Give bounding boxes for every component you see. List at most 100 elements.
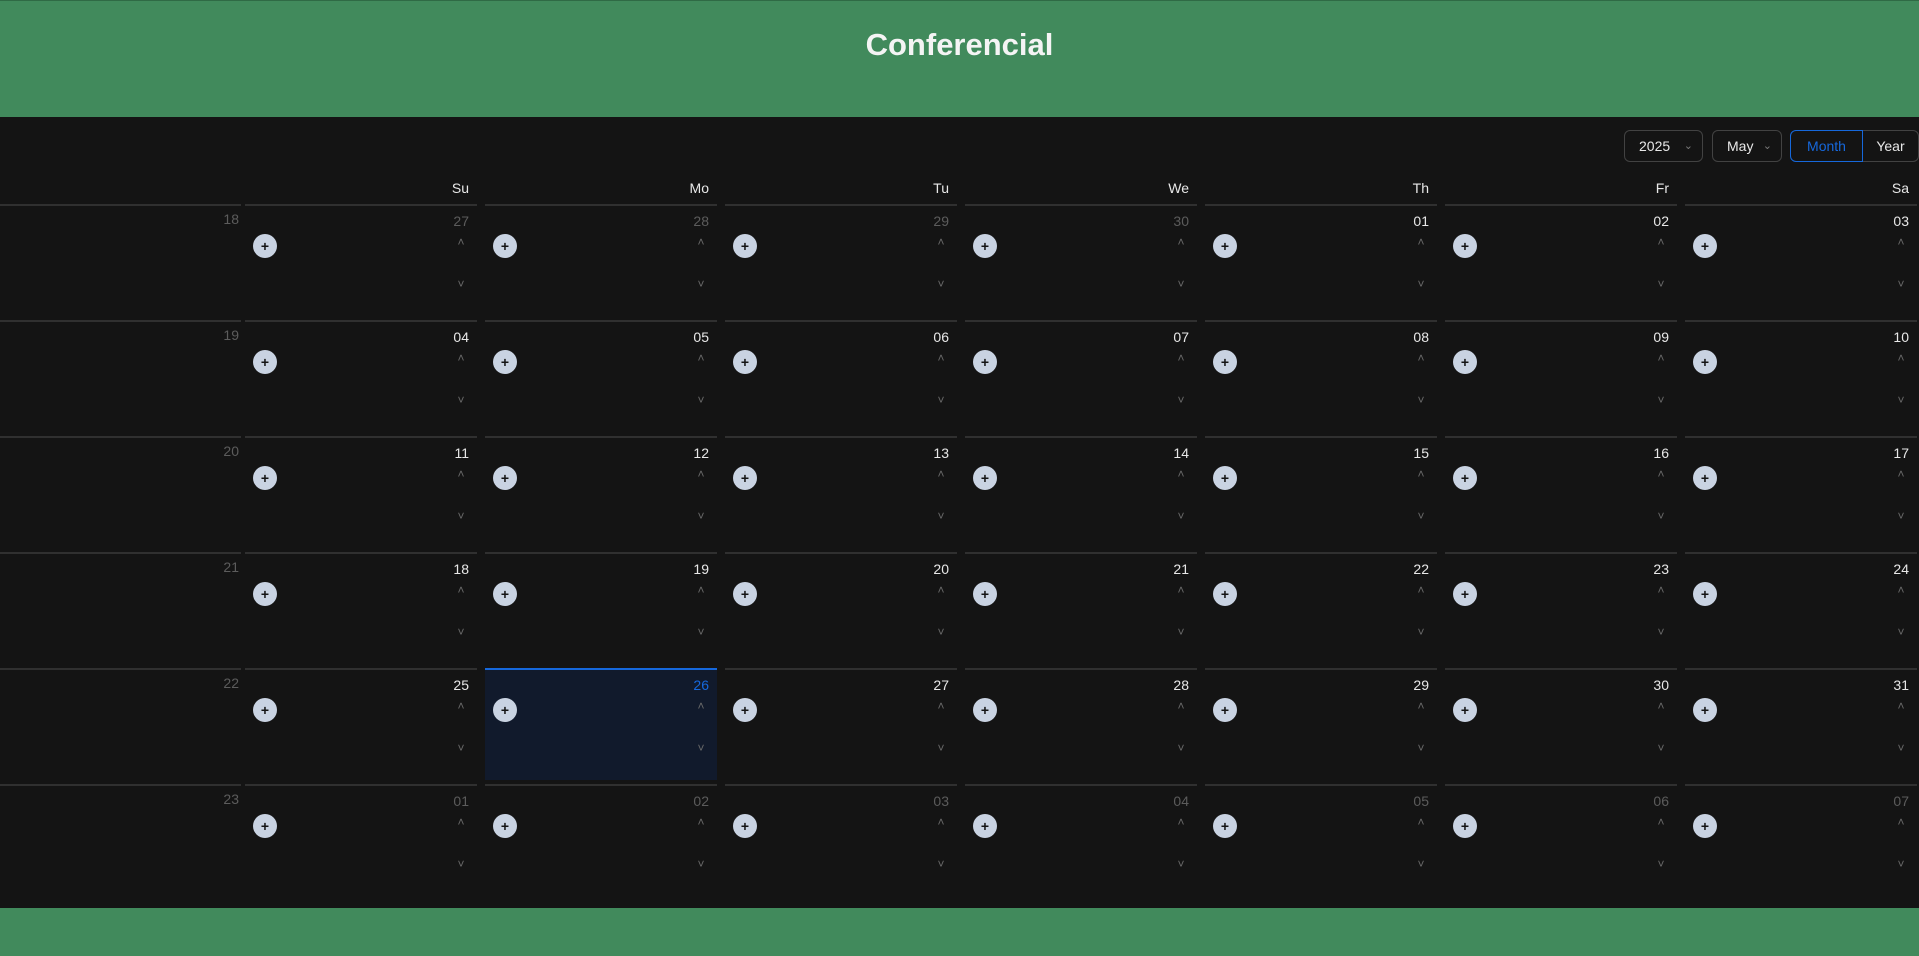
- day-cell[interactable]: 04 + ˄ ˅: [965, 784, 1197, 896]
- chevron-down-icon[interactable]: ˅: [1173, 626, 1189, 638]
- chevron-down-icon[interactable]: ˅: [1653, 278, 1669, 290]
- chevron-down-icon[interactable]: ˅: [933, 858, 949, 870]
- chevron-down-icon[interactable]: ˅: [1413, 278, 1429, 290]
- chevron-up-icon[interactable]: ˄: [1653, 700, 1669, 712]
- day-cell[interactable]: 27 + ˄ ˅: [725, 668, 957, 780]
- add-event-button[interactable]: +: [973, 582, 997, 606]
- chevron-down-icon[interactable]: ˅: [1413, 394, 1429, 406]
- chevron-up-icon[interactable]: ˄: [1173, 236, 1189, 248]
- add-event-button[interactable]: +: [1213, 814, 1237, 838]
- day-cell[interactable]: 09 + ˄ ˅: [1445, 320, 1677, 432]
- chevron-up-icon[interactable]: ˄: [1413, 352, 1429, 364]
- chevron-down-icon[interactable]: ˅: [933, 278, 949, 290]
- add-event-button[interactable]: +: [973, 698, 997, 722]
- day-cell[interactable]: 23 + ˄ ˅: [1445, 552, 1677, 664]
- add-event-button[interactable]: +: [1453, 466, 1477, 490]
- chevron-up-icon[interactable]: ˄: [693, 584, 709, 596]
- add-event-button[interactable]: +: [973, 234, 997, 258]
- chevron-up-icon[interactable]: ˄: [453, 236, 469, 248]
- chevron-down-icon[interactable]: ˅: [693, 394, 709, 406]
- add-event-button[interactable]: +: [733, 466, 757, 490]
- chevron-down-icon[interactable]: ˅: [1173, 858, 1189, 870]
- add-event-button[interactable]: +: [1693, 814, 1717, 838]
- add-event-button[interactable]: +: [973, 814, 997, 838]
- day-cell[interactable]: 03 + ˄ ˅: [725, 784, 957, 896]
- add-event-button[interactable]: +: [1213, 234, 1237, 258]
- chevron-down-icon[interactable]: ˅: [1173, 394, 1189, 406]
- chevron-up-icon[interactable]: ˄: [453, 816, 469, 828]
- day-cell[interactable]: 19 + ˄ ˅: [485, 552, 717, 664]
- add-event-button[interactable]: +: [733, 582, 757, 606]
- chevron-down-icon[interactable]: ˅: [693, 510, 709, 522]
- chevron-up-icon[interactable]: ˄: [1653, 236, 1669, 248]
- chevron-up-icon[interactable]: ˄: [933, 236, 949, 248]
- add-event-button[interactable]: +: [1693, 350, 1717, 374]
- day-cell[interactable]: 02 + ˄ ˅: [1445, 204, 1677, 316]
- add-event-button[interactable]: +: [1213, 350, 1237, 374]
- chevron-down-icon[interactable]: ˅: [933, 510, 949, 522]
- day-cell[interactable]: 30 + ˄ ˅: [1445, 668, 1677, 780]
- add-event-button[interactable]: +: [1453, 582, 1477, 606]
- chevron-down-icon[interactable]: ˅: [453, 858, 469, 870]
- chevron-up-icon[interactable]: ˄: [1173, 816, 1189, 828]
- chevron-down-icon[interactable]: ˅: [933, 626, 949, 638]
- add-event-button[interactable]: +: [973, 466, 997, 490]
- chevron-down-icon[interactable]: ˅: [1893, 278, 1909, 290]
- add-event-button[interactable]: +: [733, 698, 757, 722]
- add-event-button[interactable]: +: [733, 350, 757, 374]
- add-event-button[interactable]: +: [1453, 234, 1477, 258]
- chevron-down-icon[interactable]: ˅: [693, 742, 709, 754]
- chevron-up-icon[interactable]: ˄: [1173, 584, 1189, 596]
- day-cell[interactable]: 01 + ˄ ˅: [1205, 204, 1437, 316]
- day-cell[interactable]: 17 + ˄ ˅: [1685, 436, 1917, 548]
- add-event-button[interactable]: +: [1213, 466, 1237, 490]
- chevron-up-icon[interactable]: ˄: [933, 468, 949, 480]
- chevron-down-icon[interactable]: ˅: [693, 626, 709, 638]
- chevron-up-icon[interactable]: ˄: [1653, 816, 1669, 828]
- chevron-down-icon[interactable]: ˅: [1653, 858, 1669, 870]
- add-event-button[interactable]: +: [1453, 698, 1477, 722]
- day-cell[interactable]: 06 + ˄ ˅: [725, 320, 957, 432]
- year-select[interactable]: 2025 ⌄: [1624, 130, 1703, 162]
- chevron-down-icon[interactable]: ˅: [1413, 742, 1429, 754]
- day-cell[interactable]: 20 + ˄ ˅: [725, 552, 957, 664]
- chevron-up-icon[interactable]: ˄: [933, 584, 949, 596]
- add-event-button[interactable]: +: [493, 582, 517, 606]
- add-event-button[interactable]: +: [253, 814, 277, 838]
- chevron-down-icon[interactable]: ˅: [933, 742, 949, 754]
- chevron-down-icon[interactable]: ˅: [1173, 510, 1189, 522]
- day-cell[interactable]: 16 + ˄ ˅: [1445, 436, 1677, 548]
- add-event-button[interactable]: +: [733, 814, 757, 838]
- day-cell[interactable]: 27 + ˄ ˅: [245, 204, 477, 316]
- chevron-down-icon[interactable]: ˅: [453, 742, 469, 754]
- add-event-button[interactable]: +: [1213, 582, 1237, 606]
- day-cell[interactable]: 10 + ˄ ˅: [1685, 320, 1917, 432]
- day-cell[interactable]: 01 + ˄ ˅: [245, 784, 477, 896]
- add-event-button[interactable]: +: [493, 698, 517, 722]
- day-cell-today[interactable]: 26 + ˄ ˅: [485, 668, 717, 780]
- chevron-up-icon[interactable]: ˄: [1173, 352, 1189, 364]
- chevron-up-icon[interactable]: ˄: [1173, 700, 1189, 712]
- add-event-button[interactable]: +: [1213, 698, 1237, 722]
- day-cell[interactable]: 02 + ˄ ˅: [485, 784, 717, 896]
- mode-year-button[interactable]: Year: [1863, 130, 1919, 162]
- add-event-button[interactable]: +: [1693, 234, 1717, 258]
- day-cell[interactable]: 22 + ˄ ˅: [1205, 552, 1437, 664]
- chevron-up-icon[interactable]: ˄: [1653, 352, 1669, 364]
- chevron-up-icon[interactable]: ˄: [453, 352, 469, 364]
- add-event-button[interactable]: +: [493, 466, 517, 490]
- chevron-up-icon[interactable]: ˄: [693, 700, 709, 712]
- chevron-down-icon[interactable]: ˅: [1653, 394, 1669, 406]
- day-cell[interactable]: 18 + ˄ ˅: [245, 552, 477, 664]
- day-cell[interactable]: 03 + ˄ ˅: [1685, 204, 1917, 316]
- day-cell[interactable]: 11 + ˄ ˅: [245, 436, 477, 548]
- day-cell[interactable]: 05 + ˄ ˅: [1205, 784, 1437, 896]
- add-event-button[interactable]: +: [253, 466, 277, 490]
- chevron-up-icon[interactable]: ˄: [1413, 816, 1429, 828]
- chevron-down-icon[interactable]: ˅: [1893, 510, 1909, 522]
- chevron-up-icon[interactable]: ˄: [1893, 584, 1909, 596]
- month-select[interactable]: May ⌄: [1712, 130, 1782, 162]
- chevron-up-icon[interactable]: ˄: [693, 468, 709, 480]
- chevron-up-icon[interactable]: ˄: [453, 468, 469, 480]
- chevron-up-icon[interactable]: ˄: [1893, 816, 1909, 828]
